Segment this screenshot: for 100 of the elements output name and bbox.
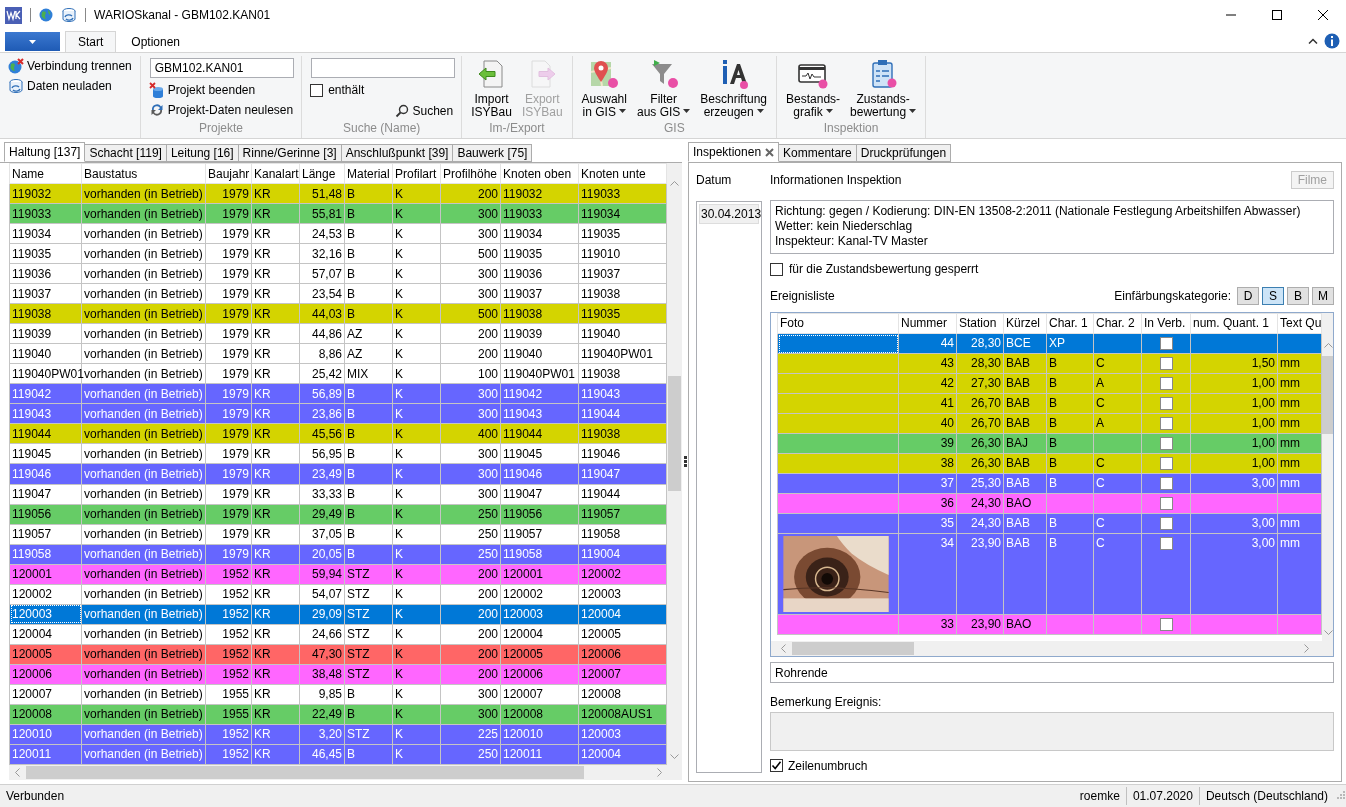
ribbon-button[interactable]: Zustands- bewertung — [847, 56, 920, 121]
scrollbar-thumb[interactable] — [668, 376, 681, 491]
column-header[interactable]: Kürzel — [1003, 313, 1047, 334]
table-cell: mm — [1277, 533, 1322, 615]
tab[interactable]: Bauwerk [75] — [452, 144, 533, 162]
text-field[interactable] — [311, 58, 456, 78]
ribbon-button[interactable]: Import ISYBau — [468, 56, 515, 121]
ribbon-button[interactable]: Beschriftung erzeugen — [697, 56, 770, 121]
scrollbar-thumb[interactable] — [1322, 356, 1333, 435]
checkbox[interactable] — [770, 262, 783, 276]
scrollbar-thumb[interactable] — [26, 766, 584, 779]
checkbox[interactable] — [1159, 477, 1173, 491]
checkbox[interactable] — [1159, 457, 1173, 471]
column-header[interactable]: Char. 2 — [1093, 313, 1142, 334]
list-item[interactable]: 30.04.2013 — [699, 204, 759, 224]
tab[interactable]: Inspektionen — [688, 142, 780, 162]
collapse-icon[interactable] — [1308, 38, 1318, 44]
toggle-button[interactable]: B — [1287, 287, 1309, 306]
toggle-button[interactable]: D — [1237, 287, 1259, 306]
scroll-right-icon[interactable] — [657, 768, 662, 777]
toggle-button[interactable]: M — [1312, 287, 1334, 306]
toolbar-button[interactable]: Daten neuladen — [6, 76, 134, 95]
checkbox[interactable] — [1159, 437, 1173, 451]
column-header[interactable]: Station — [956, 313, 1004, 334]
column-header[interactable]: Name — [9, 163, 82, 184]
checkbox[interactable] — [310, 83, 324, 97]
field-label: Datum — [696, 173, 732, 187]
table-cell: 120007 — [9, 684, 82, 705]
resize-grip-icon — [1334, 790, 1346, 802]
checkbox[interactable] — [1159, 417, 1173, 431]
info-line: Richtung: gegen / Kodierung: DIN-EN 13508-2:2011 (Nationale Festlegung Arbeitshilfen Abwasser) — [775, 204, 1302, 220]
scroll-right-icon[interactable] — [1304, 643, 1309, 653]
column-header[interactable]: Foto — [777, 313, 899, 334]
checkbox[interactable] — [1159, 357, 1173, 371]
column-header[interactable]: Nummer — [898, 313, 957, 334]
splitter-grip-icon[interactable] — [683, 456, 687, 467]
toolbar-button[interactable]: Verbindung trennen — [6, 56, 134, 75]
column-header[interactable]: Knoten oben — [500, 163, 579, 184]
ribbon-button[interactable]: Bestands- grafik — [783, 56, 844, 121]
caret-icon — [683, 109, 691, 114]
scroll-down-icon[interactable] — [670, 754, 679, 759]
table-cell: 23,90 — [956, 533, 1004, 615]
checkbox[interactable] — [1159, 537, 1173, 551]
tab[interactable]: Anschlußpunkt [39] — [340, 144, 454, 162]
tab[interactable]: Haltung [137] — [4, 142, 86, 162]
checkbox[interactable] — [1159, 337, 1173, 351]
checkbox[interactable] — [1159, 517, 1173, 531]
close-icon[interactable] — [1318, 10, 1328, 20]
tab[interactable]: Leitung [16] — [165, 144, 239, 162]
ribbon-button[interactable]: Filter aus GIS — [633, 56, 694, 121]
toolbar-button[interactable]: Projekt beenden — [146, 80, 296, 99]
scroll-left-icon[interactable] — [781, 643, 786, 653]
column-header[interactable]: num. Quant. 1 — [1190, 313, 1278, 334]
column-header[interactable]: Text Qu — [1277, 313, 1322, 334]
toolbar-button[interactable]: Projekt-Daten neulesen — [146, 100, 296, 119]
scroll-left-icon[interactable] — [15, 768, 20, 777]
tab[interactable]: Kommentare — [778, 144, 857, 162]
checkbox[interactable] — [1159, 497, 1173, 511]
column-header[interactable]: Knoten unte — [578, 163, 667, 184]
scroll-up-icon[interactable] — [1323, 343, 1333, 349]
tab[interactable]: Schacht [119] — [84, 144, 167, 162]
checkbox[interactable] — [1159, 618, 1173, 632]
window-title: WARIOSkanal - GBM102.KAN01 — [94, 8, 271, 22]
group-label: Inspektion — [823, 121, 879, 135]
table-cell: 120011 — [9, 744, 82, 765]
checkbox[interactable] — [1159, 397, 1173, 411]
checkbox[interactable] — [1159, 377, 1173, 391]
column-header[interactable]: Profilhöhe — [440, 163, 501, 184]
maximize-icon[interactable] — [1272, 10, 1282, 20]
column-header[interactable]: Material — [344, 163, 393, 184]
tab[interactable]: Druckprüfungen — [855, 144, 952, 162]
text-field[interactable]: Rohrende — [770, 661, 1334, 684]
column-header[interactable]: Profilart — [392, 163, 441, 184]
info-icon[interactable] — [1324, 33, 1340, 49]
toggle-button[interactable]: S — [1262, 287, 1284, 306]
column-header[interactable]: Länge — [299, 163, 345, 184]
table-cell: 120002 — [9, 584, 82, 605]
toolbar-button[interactable]: Suchen — [393, 101, 456, 120]
scroll-down-icon[interactable] — [1323, 629, 1333, 635]
scrollbar-thumb[interactable] — [792, 641, 914, 655]
column-header[interactable]: Char. 1 — [1046, 313, 1094, 334]
database-refresh-icon — [8, 77, 24, 94]
status-text: Verbunden — [6, 789, 65, 803]
ribbon-tab[interactable]: Optionen — [118, 31, 194, 52]
column-header[interactable]: Baujahr — [205, 163, 252, 184]
table-cell: 119034 — [9, 223, 82, 244]
text-field[interactable]: GBM102.KAN01 — [149, 58, 294, 78]
tab[interactable]: Rinne/Gerinne [3] — [237, 144, 342, 162]
column-header[interactable]: Baustatus — [81, 163, 206, 184]
ribbon-tab[interactable]: Start — [65, 31, 117, 52]
checkbox[interactable] — [770, 759, 783, 773]
column-header[interactable]: In Verb. — [1141, 313, 1191, 334]
table-cell: 3,00 — [1190, 533, 1278, 615]
table-cell: 119036 — [9, 263, 82, 284]
table-cell: 120006 — [9, 664, 82, 685]
column-header[interactable]: Kanalart — [251, 163, 300, 184]
ribbon-button[interactable]: Auswahl in GIS — [578, 56, 630, 121]
table-cell: B — [1046, 533, 1094, 615]
scroll-up-icon[interactable] — [670, 181, 679, 186]
table-cell: 119044 — [9, 423, 82, 444]
